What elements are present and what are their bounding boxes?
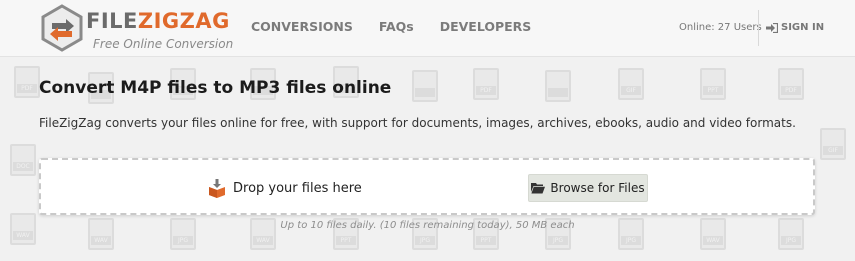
folder-open-icon bbox=[531, 183, 546, 194]
drop-files-label: Drop your files here bbox=[233, 180, 362, 196]
page-description: FileZigZag converts your files online fo… bbox=[39, 116, 796, 130]
page-title: Convert M4P files to MP3 files online bbox=[39, 78, 392, 98]
logo-mark-icon bbox=[41, 4, 83, 52]
browse-files-label: Browse for Files bbox=[550, 181, 645, 195]
header-divider bbox=[758, 10, 759, 46]
nav-developers[interactable]: DEVELOPERS bbox=[440, 19, 532, 34]
online-users-count: Online: 27 Users bbox=[679, 22, 762, 33]
file-dropzone[interactable]: Drop your files here Browse for Files bbox=[39, 158, 815, 215]
nav-faqs[interactable]: FAQs bbox=[379, 19, 414, 34]
sign-in-link[interactable]: SIGN IN bbox=[766, 22, 824, 33]
main-nav: CONVERSIONS FAQs DEVELOPERS bbox=[251, 19, 557, 34]
logo-tagline: Free Online Conversion bbox=[93, 37, 234, 51]
logo-word-file: FILE bbox=[86, 9, 138, 33]
logo-wordmark: FILEZIGZAG bbox=[86, 9, 230, 33]
sign-in-label: SIGN IN bbox=[781, 22, 825, 33]
browse-files-button[interactable]: Browse for Files bbox=[528, 174, 648, 202]
drop-files-area: Drop your files here bbox=[207, 178, 362, 198]
nav-conversions[interactable]: CONVERSIONS bbox=[251, 19, 353, 34]
logo-word-zigzag: ZIGZAG bbox=[137, 9, 230, 33]
site-header: FILEZIGZAG Free Online Conversion CONVER… bbox=[0, 0, 855, 57]
download-box-icon bbox=[209, 179, 225, 198]
upload-limits-note: Up to 10 files daily. (10 files remainin… bbox=[280, 220, 575, 231]
sign-in-icon bbox=[766, 22, 778, 33]
site-logo[interactable]: FILEZIGZAG Free Online Conversion bbox=[39, 4, 239, 54]
